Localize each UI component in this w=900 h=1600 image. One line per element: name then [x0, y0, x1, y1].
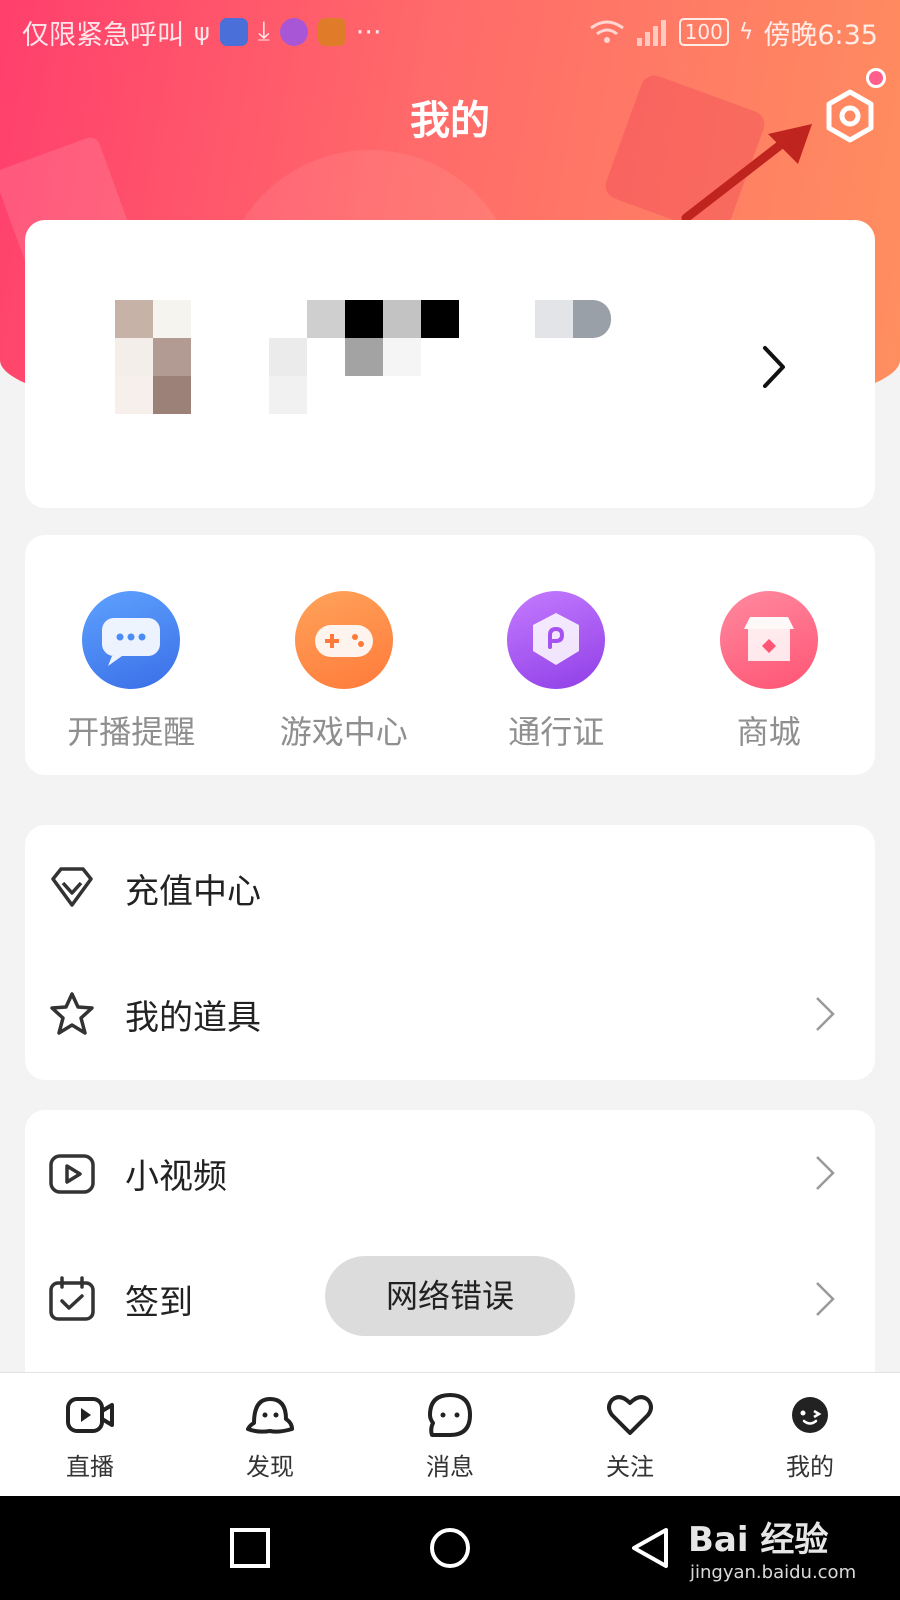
notification-dot	[866, 68, 886, 88]
menu-item-label: 充值中心	[125, 871, 261, 912]
bottom-tab-bar: 直播 发现 消息 关注 我的	[0, 1372, 900, 1496]
chevron-right-icon	[816, 1282, 835, 1316]
quick-action-label: 通行证	[508, 713, 605, 751]
quick-action-game-center[interactable]: 游戏中心	[238, 535, 451, 775]
download-icon: ⤓	[257, 16, 270, 47]
settings-button[interactable]	[822, 88, 878, 144]
store-icon	[719, 591, 818, 689]
usb-icon: ψ	[194, 18, 210, 46]
tab-label: 发现	[246, 1453, 294, 1481]
recent-apps-button[interactable]	[228, 1526, 272, 1570]
quick-action-label: 游戏中心	[279, 713, 408, 751]
menu-item-recharge-center[interactable]: 充值中心	[25, 825, 875, 951]
signal-icon	[636, 20, 666, 46]
tab-follow[interactable]: 关注	[540, 1373, 720, 1496]
watermark-logo: Bai 经验	[688, 1520, 829, 1560]
profile-card[interactable]	[25, 220, 875, 508]
network-error-toast: 网络错误	[325, 1256, 575, 1336]
home-button[interactable]	[428, 1526, 472, 1570]
discover-ghost-icon	[246, 1397, 294, 1434]
tab-label: 消息	[426, 1453, 474, 1481]
menu-group-wallet: 充值中心 我的道具	[25, 825, 875, 1080]
status-bar: 仅限紧急呼叫 ψ ⤓ ··· 100 ϟ 傍晚6:35	[0, 0, 900, 64]
annotation-arrow-icon	[681, 124, 812, 223]
chevron-right-icon	[816, 997, 835, 1031]
app-notification-icon	[279, 18, 308, 46]
quick-action-store[interactable]: 商城	[663, 535, 876, 775]
menu-item-label: 小视频	[125, 1156, 227, 1197]
cat-app-icon	[317, 18, 346, 46]
quick-action-label: 开播提醒	[67, 713, 196, 751]
tab-messages[interactable]: 消息	[360, 1373, 540, 1496]
diamond-heart-icon	[51, 867, 93, 907]
shield-badge-icon	[507, 591, 606, 689]
chevron-right-icon[interactable]	[755, 342, 795, 392]
menu-item-label: 我的道具	[125, 997, 261, 1038]
tab-label: 关注	[606, 1453, 654, 1481]
menu-item-label: 签到	[125, 1282, 193, 1323]
tab-discover[interactable]: 发现	[180, 1373, 360, 1496]
message-bubble-icon	[428, 1393, 472, 1437]
charging-icon: ϟ	[738, 19, 754, 45]
heart-icon	[607, 1395, 653, 1435]
watermark-url: jingyan.baidu.com	[690, 1562, 857, 1583]
profile-face-icon	[792, 1397, 828, 1433]
menu-item-short-video[interactable]: 小视频	[25, 1110, 875, 1236]
quick-action-live-reminder[interactable]: 开播提醒	[25, 535, 238, 775]
back-button[interactable]	[628, 1526, 672, 1570]
carrier-text: 仅限紧急呼叫	[22, 19, 184, 51]
chat-bubble-icon	[82, 591, 181, 689]
battery-indicator: 100	[678, 18, 729, 46]
quick-action-pass[interactable]: 通行证	[450, 535, 663, 775]
clock-text: 傍晚6:35	[763, 19, 878, 51]
live-camera-icon	[66, 1397, 114, 1433]
menu-item-my-props[interactable]: 我的道具	[25, 951, 875, 1077]
calendar-check-icon	[49, 1276, 95, 1321]
tab-live[interactable]: 直播	[0, 1373, 180, 1496]
star-outline-icon	[50, 992, 94, 1035]
gamepad-icon	[294, 591, 393, 689]
shield-app-icon	[219, 18, 248, 46]
wifi-icon	[589, 20, 624, 43]
tab-label: 我的	[786, 1453, 834, 1481]
tab-label: 直播	[66, 1453, 114, 1481]
video-play-icon	[49, 1154, 95, 1194]
chevron-right-icon	[816, 1156, 835, 1190]
quick-actions-card: 开播提醒 游戏中心 通行证 商城	[25, 535, 875, 775]
tab-me[interactable]: 我的	[720, 1373, 900, 1496]
more-notifications-icon: ···	[355, 16, 382, 48]
quick-action-label: 商城	[736, 713, 801, 751]
menu-group-content: 小视频 签到	[25, 1110, 875, 1380]
